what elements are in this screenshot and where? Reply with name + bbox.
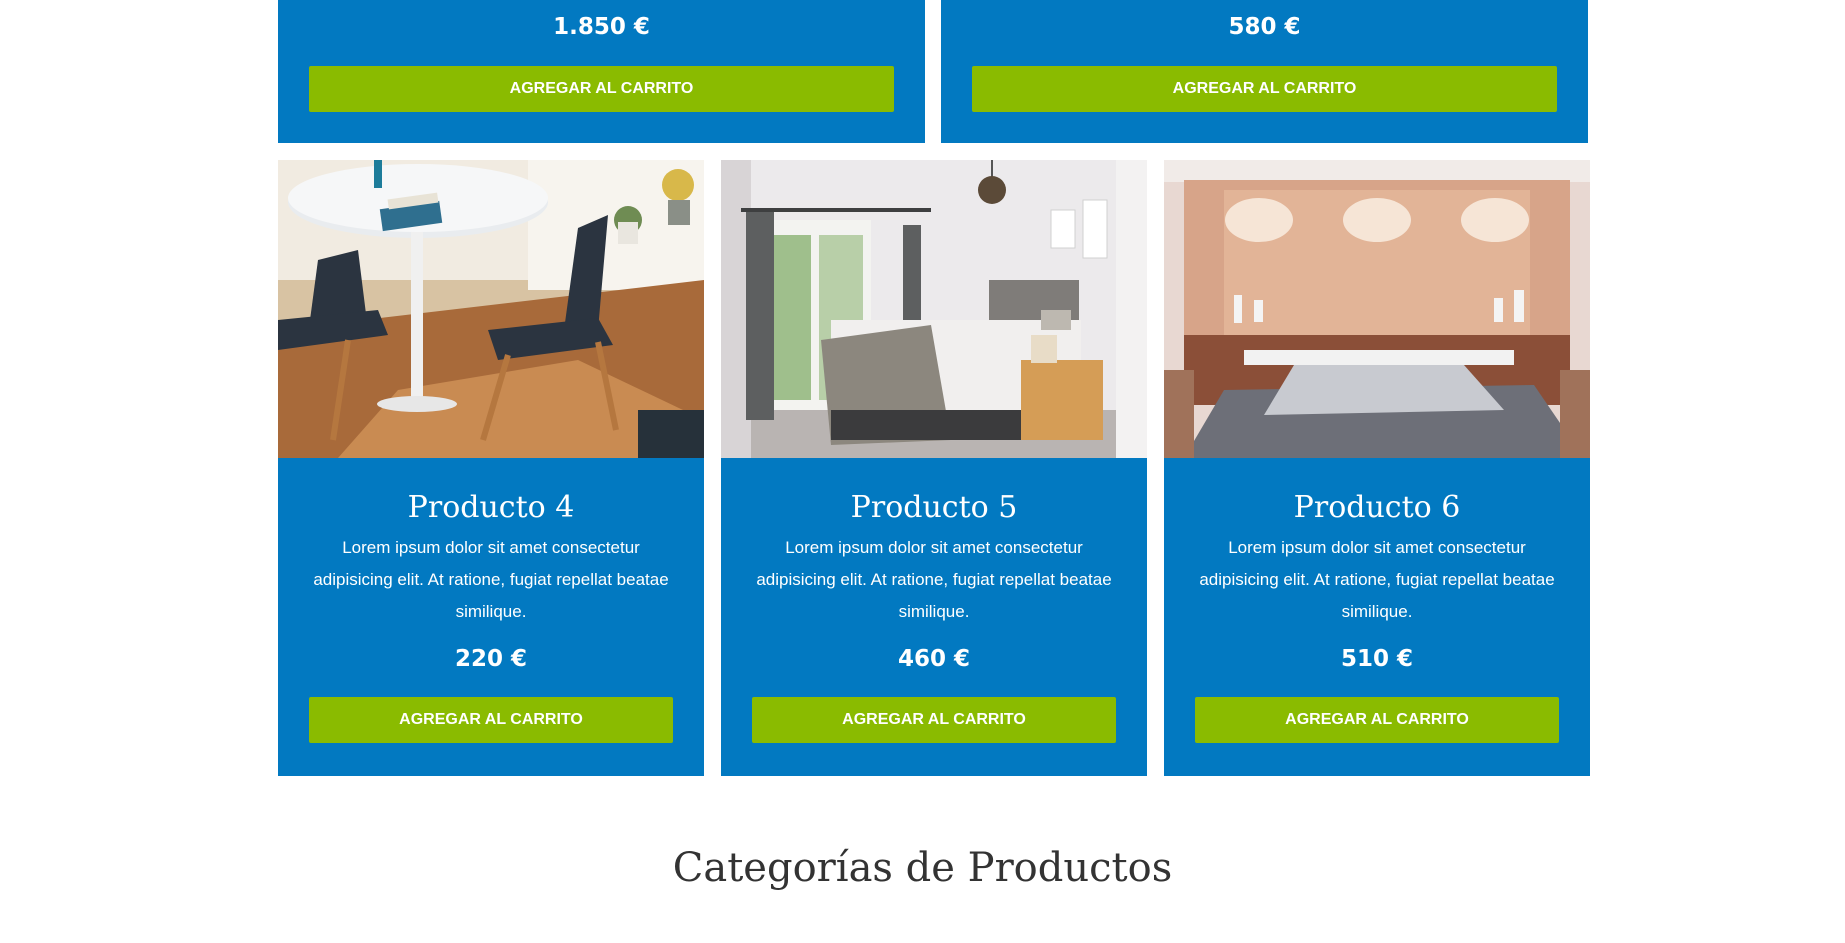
product-card: 580 € AGREGAR AL CARRITO — [941, 0, 1588, 143]
product-description: Lorem ipsum dolor sit amet consectetur a… — [313, 538, 669, 621]
categories-title: Categorías de Productos — [672, 845, 1173, 891]
add-to-cart-button[interactable]: AGREGAR AL CARRITO — [972, 66, 1557, 112]
product-price: 510 € — [1340, 646, 1414, 672]
product-price: 220 € — [454, 646, 528, 672]
add-to-cart-button[interactable]: AGREGAR AL CARRITO — [309, 66, 894, 112]
product-name: Producto 6 — [1293, 490, 1461, 525]
add-to-cart-button[interactable]: AGREGAR AL CARRITO — [1195, 697, 1559, 743]
add-to-cart-button[interactable]: AGREGAR AL CARRITO — [309, 697, 673, 743]
add-to-cart-button[interactable]: AGREGAR AL CARRITO — [752, 697, 1116, 743]
page: 1.850 € AGREGAR AL CARRITO 580 € AGREGAR… — [0, 0, 1845, 943]
bedroom-photo — [721, 160, 1147, 458]
product-description: Lorem ipsum dolor sit amet consectetur a… — [1199, 538, 1555, 621]
product-description: Lorem ipsum dolor sit amet consectetur a… — [756, 538, 1112, 621]
product-card: Producto 4 Lorem ipsum dolor sit amet co… — [278, 160, 704, 776]
product-card: Producto 6 Lorem ipsum dolor sit amet co… — [1164, 160, 1590, 776]
product-card: Producto 5 Lorem ipsum dolor sit amet co… — [721, 160, 1147, 776]
dining-room-photo — [278, 160, 704, 458]
product-price: 580 € — [1228, 14, 1301, 40]
product-name: Producto 5 — [850, 490, 1018, 525]
product-name: Producto 4 — [407, 490, 575, 525]
product-price: 460 € — [897, 646, 971, 672]
bedroom-photo — [1164, 160, 1590, 458]
product-card: 1.850 € AGREGAR AL CARRITO — [278, 0, 925, 143]
product-price: 1.850 € — [553, 14, 650, 40]
